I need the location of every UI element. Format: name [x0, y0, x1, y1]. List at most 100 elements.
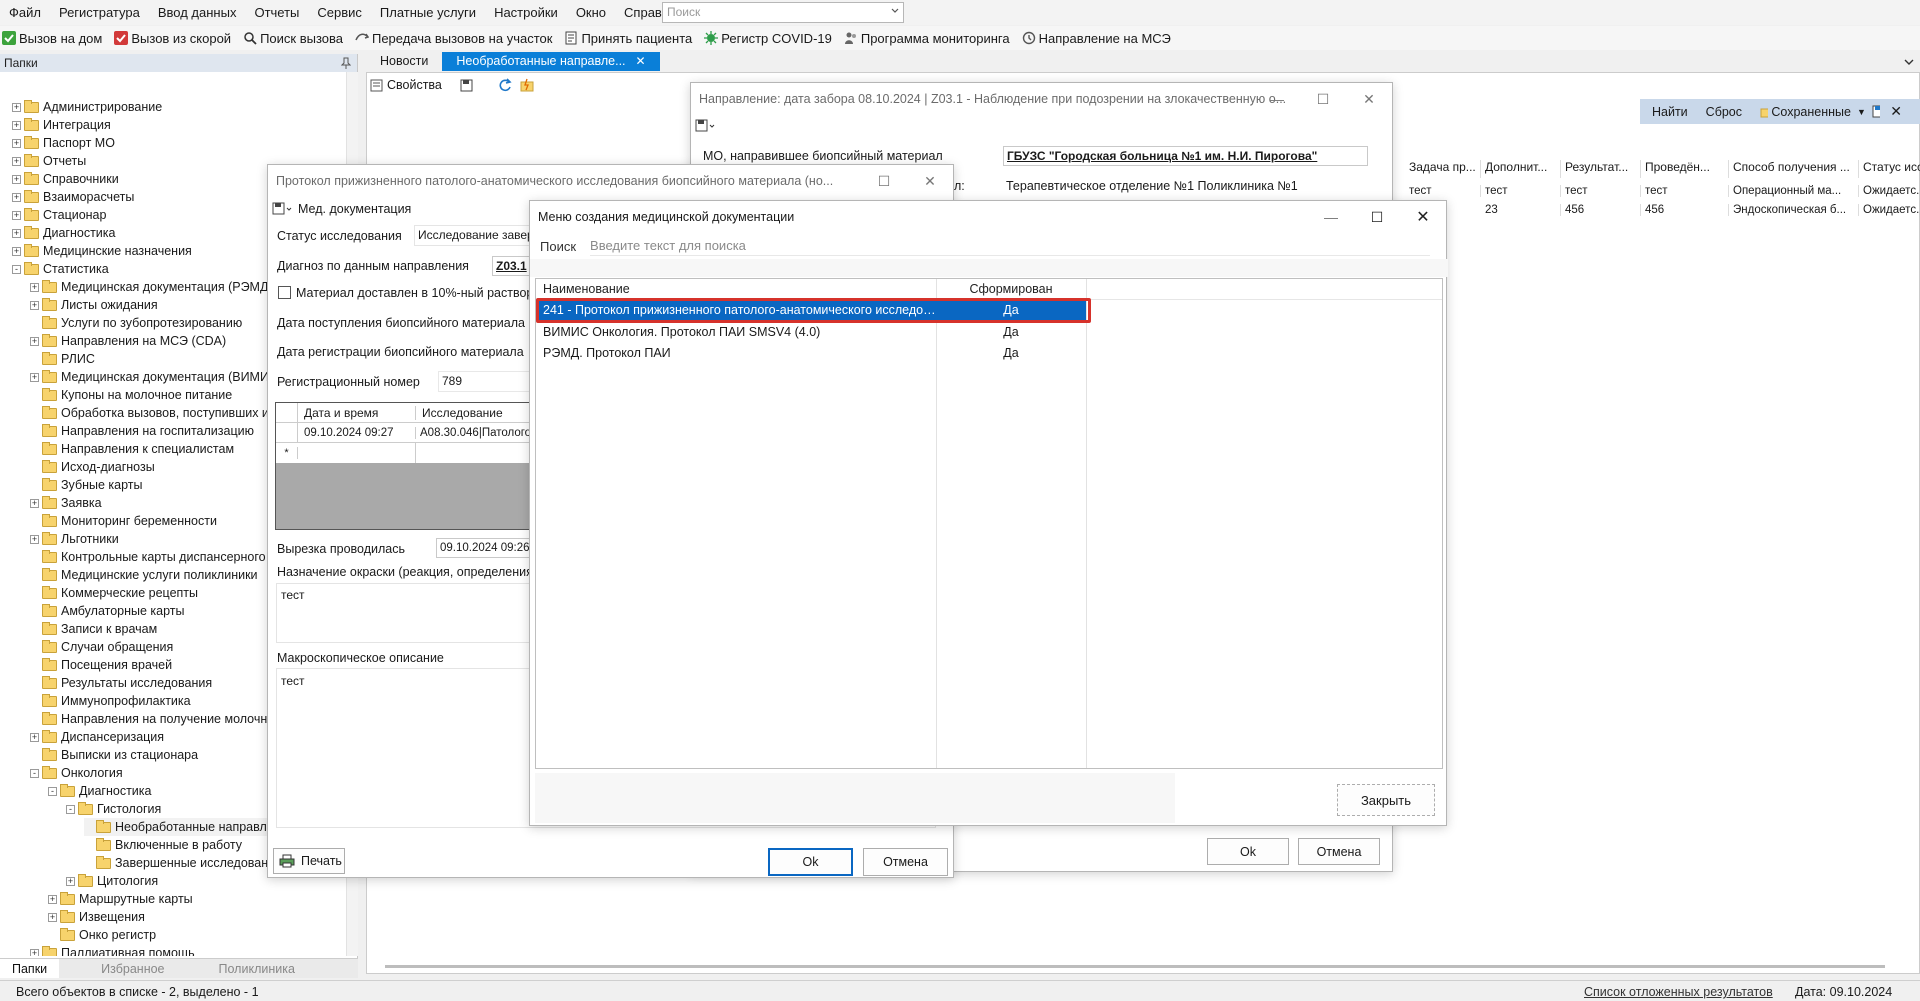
med-docs-button[interactable]: Мед. документация — [298, 202, 411, 216]
accept-patient-button[interactable]: Принять пациента — [564, 31, 692, 46]
tab-favorites[interactable]: Избранное — [89, 959, 176, 978]
tree-item[interactable]: - Гистология — [66, 800, 161, 818]
find-button[interactable]: Найти — [1652, 105, 1688, 119]
expand-icon[interactable]: + — [30, 336, 39, 346]
expand-icon[interactable]: + — [30, 534, 39, 544]
grid-col-research[interactable]: Исследование — [416, 406, 534, 420]
tree-item[interactable]: + Отчеты — [12, 152, 86, 170]
tree-item[interactable]: Исход-диагнозы — [30, 458, 155, 476]
tree-item[interactable]: Медицинские услуги поликлиники — [30, 566, 258, 584]
table-row[interactable]: тест тест тест тест Операционный ма... О… — [1405, 182, 1920, 200]
home-call-button[interactable]: Вызов на дом — [2, 31, 102, 46]
tree-item[interactable]: + Паспорт МО — [12, 134, 115, 152]
close-icon[interactable]: ✕ — [1400, 201, 1446, 233]
tree-item[interactable]: Результаты исследования — [30, 674, 212, 692]
menu-file[interactable]: Файл — [0, 0, 50, 25]
tree-item[interactable]: - Диагностика — [48, 782, 151, 800]
tree-item[interactable]: + Диагностика — [12, 224, 115, 242]
minimize-icon[interactable]: — — [1254, 83, 1300, 115]
grid-col-result[interactable]: Результат... — [1561, 160, 1641, 178]
mo-field[interactable]: ГБУЗС "Городская больница №1 им. Н.И. Пи… — [1003, 146, 1368, 166]
chevron-down-icon[interactable] — [1904, 58, 1914, 66]
tree-item[interactable]: + Маршрутные карты — [48, 890, 193, 908]
tree-item[interactable]: + Стационар — [12, 206, 106, 224]
folder-lightning-icon[interactable] — [520, 78, 534, 92]
refresh-icon[interactable] — [498, 78, 512, 92]
expand-icon[interactable]: + — [30, 372, 39, 382]
tree-item[interactable]: Выписки из стационара — [30, 746, 198, 764]
menu-service[interactable]: Сервис — [308, 0, 371, 25]
grid-col-status[interactable]: Статус исс — [1859, 160, 1920, 178]
collapse-icon[interactable]: - — [30, 768, 39, 778]
expand-icon[interactable]: + — [12, 246, 21, 256]
doc-search-input[interactable]: Введите текст для поиска — [590, 236, 1431, 256]
tree-item[interactable]: + Медицинские назначения — [12, 242, 192, 260]
menu-paid-services[interactable]: Платные услуги — [371, 0, 485, 25]
ambulance-call-button[interactable]: Вызов из скорой — [114, 31, 231, 46]
tree-item[interactable]: - Онкология — [30, 764, 123, 782]
deferred-results-link[interactable]: Список отложенных результатов — [1584, 985, 1773, 999]
tree-item[interactable]: Купоны на молочное питание — [30, 386, 232, 404]
reg-number-field[interactable]: 789 — [438, 371, 538, 392]
tab-unprocessed-referrals[interactable]: Необработанные направле... ✕ — [442, 52, 660, 71]
maximize-icon[interactable]: ☐ — [1300, 83, 1346, 115]
tree-item[interactable]: + Цитология — [66, 872, 158, 890]
save-icon[interactable] — [695, 119, 715, 133]
close-icon[interactable]: ✕ — [636, 52, 646, 71]
expand-icon[interactable]: + — [12, 120, 21, 130]
tree-item[interactable]: + Листы ожидания — [30, 296, 158, 314]
close-button[interactable]: Закрыть — [1337, 784, 1435, 816]
tree-item[interactable]: + Медицинская документация (ВИМИС) — [30, 368, 282, 386]
tree-item[interactable]: РЛИС — [30, 350, 95, 368]
formalin-checkbox[interactable] — [278, 286, 291, 299]
list-item[interactable]: РЭМД. Протокол ПАИ Да — [536, 342, 1086, 363]
tree-item[interactable]: Завершенные исследования — [84, 854, 282, 872]
covid-registry-button[interactable]: Регистр COVID-19 — [704, 31, 832, 46]
tree-item[interactable]: Мониторинг беременности — [30, 512, 217, 530]
tree-item[interactable]: + Заявка — [30, 494, 102, 512]
close-icon[interactable]: ✕ — [907, 165, 953, 197]
minimize-icon[interactable]: — — [1308, 201, 1354, 233]
saved-filters-button[interactable]: Сохраненные — [1771, 105, 1851, 119]
menu-reports[interactable]: Отчеты — [245, 0, 308, 25]
cut-date-field[interactable]: 09.10.2024 09:26 — [436, 538, 534, 558]
chevron-down-icon[interactable]: ▼ — [1857, 107, 1866, 117]
referral-ok-button[interactable]: Ok — [1207, 838, 1289, 865]
grid-col-method[interactable]: Способ получения ... — [1729, 160, 1859, 178]
list-item[interactable]: ВИМИС Онкология. Протокол ПАИ SMSV4 (4.0… — [536, 321, 1086, 342]
tree-item[interactable]: Иммунопрофилактика — [30, 692, 191, 710]
tree-item[interactable]: + Администрирование — [12, 98, 162, 116]
pin-icon[interactable] — [341, 57, 351, 69]
tab-folders[interactable]: Папки — [0, 959, 60, 978]
tree-item[interactable]: Амбулаторные карты — [30, 602, 185, 620]
expand-icon[interactable]: + — [30, 498, 39, 508]
tree-item[interactable]: Включенные в работу — [84, 836, 242, 854]
tree-item[interactable]: Посещения врачей — [30, 656, 172, 674]
close-icon[interactable]: ✕ — [1346, 83, 1392, 115]
expand-icon[interactable]: + — [30, 300, 39, 310]
menu-data-entry[interactable]: Ввод данных — [149, 0, 246, 25]
collapse-icon[interactable]: - — [48, 786, 57, 796]
staining-field[interactable]: тест — [276, 583, 534, 643]
tree-item[interactable]: Коммерческие рецепты — [30, 584, 198, 602]
expand-icon[interactable]: + — [48, 894, 57, 904]
menu-settings[interactable]: Настройки — [485, 0, 567, 25]
expand-icon[interactable]: + — [12, 210, 21, 220]
collapse-icon[interactable]: - — [12, 264, 21, 274]
tree-item[interactable]: + Паллиативная помощь — [30, 944, 195, 956]
table-new-row[interactable]: * — [276, 443, 534, 463]
grid-col-additional[interactable]: Дополнит... — [1481, 160, 1561, 178]
properties-button[interactable]: Свойства — [387, 78, 442, 92]
expand-icon[interactable]: + — [12, 192, 21, 202]
expand-icon[interactable]: + — [12, 138, 21, 148]
tree-item[interactable]: Онко регистр — [48, 926, 156, 944]
global-search-input[interactable]: Поиск — [662, 2, 904, 23]
col-name-header[interactable]: Наименование — [536, 282, 936, 296]
referral-cancel-button[interactable]: Отмена — [1298, 838, 1380, 865]
tree-item[interactable]: + Интеграция — [12, 116, 111, 134]
tree-item[interactable]: Направления к специалистам — [30, 440, 234, 458]
collapse-icon[interactable]: - — [66, 804, 75, 814]
status-field[interactable]: Исследование завер — [414, 225, 534, 246]
reset-button[interactable]: Сброс — [1706, 105, 1742, 119]
tab-news[interactable]: Новости — [366, 52, 442, 71]
